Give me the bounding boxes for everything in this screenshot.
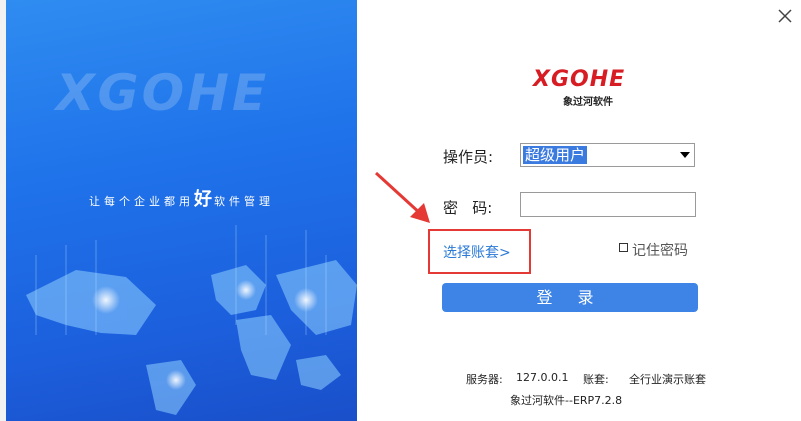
select-account-link[interactable]: 选择账套> xyxy=(443,242,511,262)
version-text: 象过河软件--ERP7.2.8 xyxy=(510,394,623,407)
account-label: 账套: xyxy=(583,373,609,386)
login-button[interactable]: 登 录 xyxy=(442,283,698,312)
banner-slogan: 让每个企业都用好软件管理 xyxy=(6,185,357,211)
remember-password-label[interactable]: 记住密码 xyxy=(632,240,688,260)
slogan-prefix: 让每个企业都用 xyxy=(89,195,194,208)
brand-subtitle: 象过河软件 xyxy=(563,97,613,108)
operator-value: 超级用户 xyxy=(523,146,588,164)
remember-password-checkbox[interactable] xyxy=(619,243,628,252)
world-map-illustration xyxy=(26,225,357,415)
password-field[interactable] xyxy=(520,192,696,217)
close-icon[interactable] xyxy=(775,6,795,26)
password-label: 密 码: xyxy=(443,199,493,217)
brand-logo: XGOHE xyxy=(533,67,626,92)
slogan-highlight: 好 xyxy=(194,189,214,210)
account-value: 全行业演示账套 xyxy=(629,373,706,386)
chevron-down-icon[interactable] xyxy=(680,152,690,158)
server-value: 127.0.0.1 xyxy=(516,371,569,384)
operator-select[interactable]: 超级用户 xyxy=(520,143,695,167)
banner-logo: XGOHE xyxy=(56,64,270,122)
arrow-icon xyxy=(374,171,430,223)
server-label: 服务器: xyxy=(466,373,503,386)
promo-banner: XGOHE 让每个企业都用好软件管理 xyxy=(6,0,357,421)
slogan-suffix: 软件管理 xyxy=(214,195,274,208)
operator-label: 操作员: xyxy=(443,148,494,166)
